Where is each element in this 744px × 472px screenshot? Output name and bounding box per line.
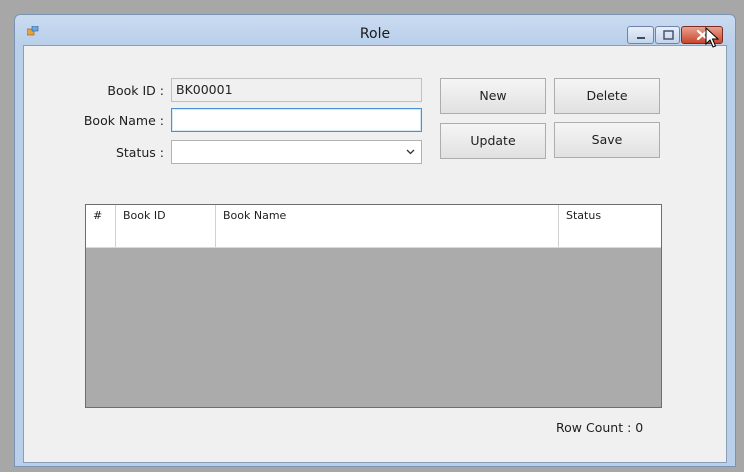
book-id-field[interactable]: BK00001 (171, 78, 422, 102)
book-name-input[interactable] (171, 108, 422, 132)
minimize-icon (637, 37, 645, 39)
row-count-label: Row Count : 0 (556, 420, 644, 435)
maximize-icon (663, 30, 674, 40)
book-id-label: Book ID : (107, 83, 164, 98)
row-number-cell[interactable] (86, 226, 116, 247)
column-header-number[interactable]: # (86, 205, 116, 226)
books-grid[interactable]: # Book ID Book Name Status (85, 204, 662, 408)
maximize-button[interactable] (655, 26, 680, 44)
delete-button[interactable]: Delete (554, 78, 660, 114)
new-button[interactable]: New (440, 78, 546, 114)
status-cell[interactable] (559, 226, 661, 247)
update-button[interactable]: Update (440, 123, 546, 159)
status-label: Status : (115, 145, 164, 160)
column-header-book-id[interactable]: Book ID (116, 205, 216, 226)
title-bar[interactable]: Role (15, 15, 735, 45)
mouse-cursor-icon (705, 27, 719, 48)
app-window: Role Book ID : BK00001 Book Name : Statu… (14, 14, 736, 467)
minimize-button[interactable] (627, 26, 654, 44)
book-id-cell[interactable] (116, 226, 216, 247)
column-header-status[interactable]: Status (559, 205, 661, 226)
status-dropdown[interactable] (171, 140, 422, 164)
table-row[interactable] (86, 226, 661, 248)
book-name-label: Book Name : (83, 113, 164, 128)
chevron-down-icon (406, 149, 415, 155)
column-header-book-name[interactable]: Book Name (216, 205, 559, 226)
book-name-cell[interactable] (216, 226, 559, 247)
grid-header: # Book ID Book Name Status (86, 205, 661, 227)
form-client-area: Book ID : BK00001 Book Name : Status : N… (23, 45, 727, 463)
save-button[interactable]: Save (554, 122, 660, 158)
